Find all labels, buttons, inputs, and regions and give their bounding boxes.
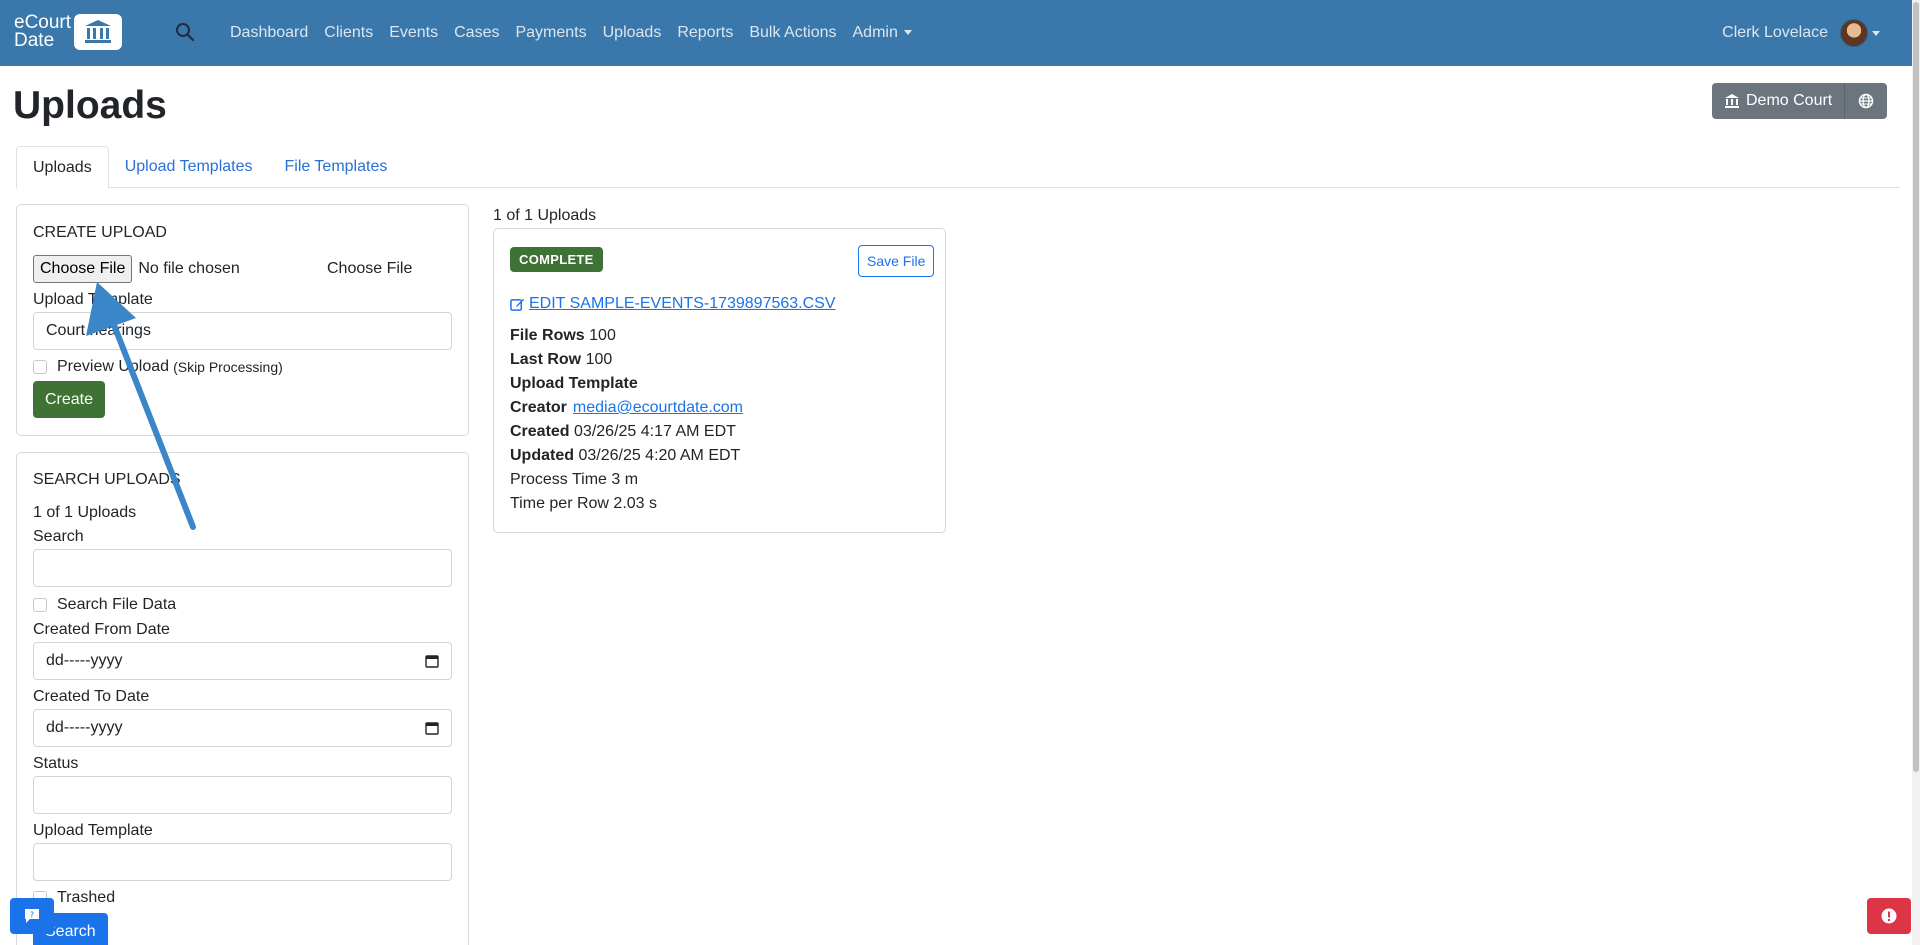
user-name: Clerk Lovelace (1722, 24, 1828, 41)
search-icon[interactable] (175, 22, 197, 44)
file-input: Choose File No file chosen (33, 254, 240, 284)
calendar-icon[interactable] (425, 721, 439, 735)
search-label: Search (33, 528, 84, 545)
nav-uploads[interactable]: Uploads (603, 24, 662, 42)
user-menu[interactable]: Clerk Lovelace (1722, 0, 1880, 66)
nav-bulk-actions[interactable]: Bulk Actions (749, 24, 836, 42)
preview-upload-row: Preview Upload (Skip Processing) (33, 358, 283, 376)
file-rows-line: File Rows 100 (510, 327, 616, 345)
upload-template-select[interactable]: Court hearings (33, 312, 452, 350)
scrollbar-thumb[interactable] (1913, 2, 1919, 772)
calendar-icon[interactable] (425, 654, 439, 668)
updated-value: 03/26/25 4:20 AM EDT (578, 447, 741, 464)
creator-line: Creator media@ecourtdate.com (510, 399, 743, 417)
svg-text:?: ? (30, 911, 34, 920)
status-badge: COMPLETE (510, 247, 603, 272)
brand-text: eCourt Date (14, 13, 80, 51)
process-time-line: Process Time 3 m (510, 471, 639, 488)
nav-admin-dropdown[interactable]: Admin (853, 24, 912, 42)
demo-court-label: Demo Court (1746, 92, 1833, 109)
created-from-placeholder: dd-----yyyy (46, 652, 123, 669)
updated-label: Updated (510, 447, 574, 464)
trashed-label: Trashed (57, 889, 116, 906)
court-button-group: Demo Court (1712, 83, 1888, 119)
results-count: 1 of 1 Uploads (493, 207, 597, 224)
bank-icon (1725, 94, 1739, 108)
edit-icon (510, 298, 525, 311)
creator-label: Creator (510, 399, 567, 416)
created-to-label: Created To Date (33, 688, 150, 705)
edit-upload-link[interactable]: EDIT SAMPLE-EVENTS-1739897563.CSV (510, 295, 836, 313)
search-file-data-row: Search File Data (33, 596, 176, 614)
search-file-data-checkbox[interactable] (33, 598, 47, 612)
search-upload-template-select[interactable] (33, 843, 452, 881)
created-from-label: Created From Date (33, 621, 170, 638)
creator-email-link[interactable]: media@ecourtdate.com (573, 399, 743, 416)
nav-dashboard[interactable]: Dashboard (230, 24, 308, 42)
alert-icon[interactable] (1867, 898, 1911, 934)
brand-line-2: Date (14, 30, 55, 51)
created-to-date-input[interactable]: dd-----yyyy (33, 709, 452, 747)
file-rows-label: File Rows (510, 327, 585, 344)
created-line: Created 03/26/25 4:17 AM EDT (510, 423, 736, 441)
tab-file-templates[interactable]: File Templates (268, 146, 403, 188)
main-nav: Dashboard Clients Events Cases Payments … (230, 0, 928, 66)
uploads-tabs: Uploads Upload Templates File Templates (16, 146, 1900, 189)
nav-clients[interactable]: Clients (324, 24, 373, 42)
preview-upload-checkbox[interactable] (33, 360, 47, 374)
tab-uploads[interactable]: Uploads (16, 146, 109, 189)
search-upload-template-label: Upload Template (33, 822, 153, 839)
search-uploads-count: 1 of 1 Uploads (33, 504, 137, 521)
updated-line: Updated 03/26/25 4:20 AM EDT (510, 447, 740, 465)
edit-upload-label: EDIT SAMPLE-EVENTS-1739897563.CSV (529, 295, 836, 312)
create-upload-heading: CREATE UPLOAD (33, 224, 167, 241)
upload-template-line: Upload Template (510, 375, 638, 393)
status-select[interactable] (33, 776, 452, 814)
upload-template-label: Upload Template (33, 291, 153, 308)
nav-payments[interactable]: Payments (515, 24, 586, 42)
created-from-date-input[interactable]: dd-----yyyy (33, 642, 452, 680)
create-button[interactable]: Create (33, 381, 106, 418)
demo-court-button[interactable]: Demo Court (1712, 83, 1846, 119)
chevron-down-icon (903, 30, 912, 36)
choose-file-label: Choose File (327, 260, 413, 277)
page-title: Uploads (13, 84, 167, 127)
created-value: 03/26/25 4:17 AM EDT (574, 423, 736, 440)
status-label: Status (33, 755, 79, 772)
time-per-row-line: Time per Row 2.03 s (510, 495, 658, 512)
upload-template-label: Upload Template (510, 375, 638, 392)
upload-card: COMPLETE Save File EDIT SAMPLE-EVENTS-17… (493, 228, 946, 533)
tab-upload-templates[interactable]: Upload Templates (109, 146, 269, 188)
nav-cases[interactable]: Cases (454, 24, 499, 42)
choose-file-button[interactable]: Choose File (33, 255, 133, 283)
chevron-down-icon (1872, 30, 1880, 36)
create-upload-panel: CREATE UPLOAD Choose File No file chosen… (16, 204, 469, 436)
search-input[interactable] (33, 549, 452, 587)
search-file-data-label: Search File Data (57, 596, 177, 613)
courthouse-icon (74, 14, 122, 50)
last-row-label: Last Row (510, 351, 582, 368)
nav-admin-label: Admin (852, 24, 898, 41)
avatar (1840, 19, 1868, 47)
preview-upload-label: Preview Upload (57, 358, 170, 375)
created-to-placeholder: dd-----yyyy (46, 719, 123, 736)
globe-icon[interactable] (1845, 83, 1888, 119)
search-uploads-panel: SEARCH UPLOADS 1 of 1 Uploads Search Sea… (16, 452, 469, 945)
created-label: Created (510, 423, 570, 440)
search-uploads-heading: SEARCH UPLOADS (33, 471, 181, 488)
file-rows-value: 100 (589, 327, 616, 344)
nav-reports[interactable]: Reports (677, 24, 733, 42)
preview-upload-hint: (Skip Processing) (173, 359, 283, 375)
brand-logo[interactable]: eCourt Date (14, 12, 129, 52)
last-row-value: 100 (585, 351, 613, 368)
no-file-text: No file chosen (138, 260, 240, 277)
top-navbar: eCourt Date Dashboard Clients Events Cas… (0, 0, 1920, 66)
nav-events[interactable]: Events (389, 24, 438, 42)
page-scrollbar[interactable] (1912, 0, 1920, 945)
chat-icon[interactable]: ? (10, 898, 54, 934)
save-file-button[interactable]: Save File (858, 245, 935, 277)
last-row-line: Last Row 100 (510, 351, 612, 369)
